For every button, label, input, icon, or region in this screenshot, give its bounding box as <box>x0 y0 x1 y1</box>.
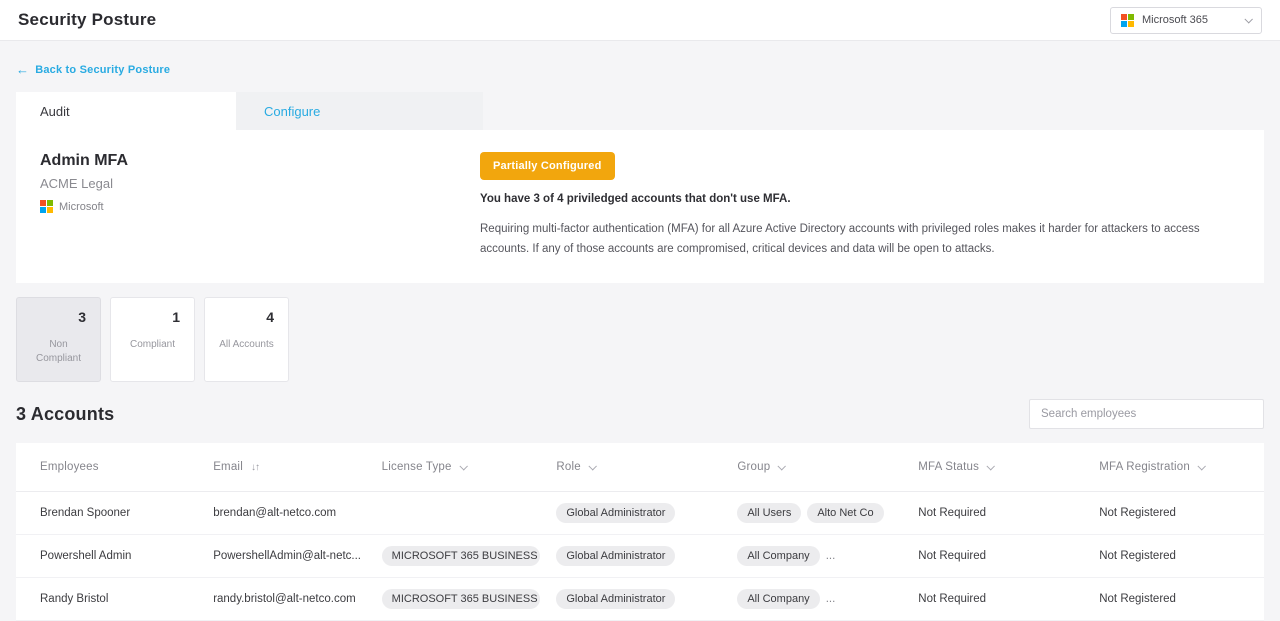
back-link-label: Back to Security Posture <box>35 64 170 76</box>
provider-label: Microsoft <box>59 201 104 213</box>
tenant-label: Microsoft 365 <box>1142 14 1237 26</box>
license-cell: MICROSOFT 365 BUSINESS STAN <box>372 535 547 578</box>
page-title: Security Posture <box>18 10 156 30</box>
employee-email: randy.bristol@alt-netco.com <box>203 578 371 621</box>
employee-name: Powershell Admin <box>16 535 203 578</box>
detail-left-panel: Admin MFA ACME Legal Microsoft <box>40 152 480 259</box>
chevron-down-icon[interactable] <box>459 462 467 470</box>
tenant-selector[interactable]: Microsoft 365 <box>1110 7 1262 34</box>
column-label: MFA Status <box>918 461 979 473</box>
search-input[interactable] <box>1029 399 1264 429</box>
table-row[interactable]: Brendan Spooner brendan@alt-netco.com Gl… <box>16 492 1264 535</box>
role-cell: Global Administrator <box>546 492 727 535</box>
provider-row: Microsoft <box>40 200 480 213</box>
stat-label: Compliant <box>125 338 180 352</box>
role-pill: Global Administrator <box>556 546 675 566</box>
more-groups-indicator: ... <box>826 593 836 605</box>
chevron-down-icon[interactable] <box>778 462 786 470</box>
stat-card-row: 3 Non Compliant 1 Compliant 4 All Accoun… <box>16 297 1264 382</box>
stat-value: 3 <box>31 309 86 325</box>
top-bar: Security Posture Microsoft 365 <box>0 0 1280 41</box>
employee-email: PowershellAdmin@alt-netc... <box>203 535 371 578</box>
group-pill: Alto Net Co <box>807 503 883 523</box>
audit-summary: You have 3 of 4 priviledged accounts tha… <box>480 193 1228 205</box>
status-badge: Partially Configured <box>480 152 615 180</box>
column-mfa-status[interactable]: MFA Status <box>908 443 1089 492</box>
accounts-table: Employees Email ↓↑ License Type <box>16 443 1264 621</box>
license-pill: MICROSOFT 365 BUSINESS STAN <box>382 589 540 609</box>
table-header-row: Employees Email ↓↑ License Type <box>16 443 1264 492</box>
role-pill: Global Administrator <box>556 589 675 609</box>
company-name: ACME Legal <box>40 176 480 191</box>
tab-audit[interactable]: Audit <box>16 92 236 130</box>
mfa-status-cell: Not Required <box>908 578 1089 621</box>
more-groups-indicator: ... <box>826 550 836 562</box>
back-arrow-icon: ← <box>16 62 29 77</box>
employee-name: Randy Bristol <box>16 578 203 621</box>
group-cell: All Users Alto Net Co <box>727 492 908 535</box>
mfa-status-cell: Not Required <box>908 492 1089 535</box>
microsoft-logo-icon <box>40 200 53 213</box>
column-license-type[interactable]: License Type <box>372 443 547 492</box>
stat-label: All Accounts <box>219 338 274 352</box>
audit-detail-card: Admin MFA ACME Legal Microsoft Partially… <box>16 130 1264 283</box>
column-label: MFA Registration <box>1099 461 1190 473</box>
audit-description: Requiring multi-factor authentication (M… <box>480 219 1228 259</box>
employee-email: brendan@alt-netco.com <box>203 492 371 535</box>
mfa-registration-cell: Not Registered <box>1089 578 1264 621</box>
column-group[interactable]: Group <box>727 443 908 492</box>
license-cell <box>372 492 547 535</box>
chevron-down-icon[interactable] <box>1197 462 1205 470</box>
column-label: License Type <box>382 461 452 473</box>
table-row[interactable]: Powershell Admin PowershellAdmin@alt-net… <box>16 535 1264 578</box>
role-cell: Global Administrator <box>546 535 727 578</box>
license-cell: MICROSOFT 365 BUSINESS STAN <box>372 578 547 621</box>
chevron-down-icon[interactable] <box>588 462 596 470</box>
stat-value: 1 <box>125 309 180 325</box>
tab-bar: Audit Configure <box>16 92 1264 130</box>
stat-card-compliant[interactable]: 1 Compliant <box>110 297 195 382</box>
chevron-down-icon[interactable] <box>987 462 995 470</box>
detail-right-panel: Partially Configured You have 3 of 4 pri… <box>480 152 1240 259</box>
group-pill: All Users <box>737 503 801 523</box>
audit-title: Admin MFA <box>40 152 480 170</box>
stat-label: Non Compliant <box>31 338 86 366</box>
group-pill: All Company <box>737 546 819 566</box>
column-label: Role <box>556 461 580 473</box>
chevron-down-icon <box>1244 15 1252 23</box>
mfa-registration-cell: Not Registered <box>1089 492 1264 535</box>
column-employees: Employees <box>16 443 203 492</box>
accounts-header: 3 Accounts <box>16 399 1264 429</box>
column-role[interactable]: Role <box>546 443 727 492</box>
group-pill: All Company <box>737 589 819 609</box>
mfa-registration-cell: Not Registered <box>1089 535 1264 578</box>
column-email[interactable]: Email ↓↑ <box>203 443 371 492</box>
back-link[interactable]: ← Back to Security Posture <box>16 62 170 77</box>
role-cell: Global Administrator <box>546 578 727 621</box>
employee-name: Brendan Spooner <box>16 492 203 535</box>
accounts-count-title: 3 Accounts <box>16 404 114 425</box>
stat-card-all-accounts[interactable]: 4 All Accounts <box>204 297 289 382</box>
table-row[interactable]: Randy Bristol randy.bristol@alt-netco.co… <box>16 578 1264 621</box>
group-cell: All Company... <box>727 535 908 578</box>
column-mfa-registration[interactable]: MFA Registration <box>1089 443 1264 492</box>
tab-configure[interactable]: Configure <box>236 92 483 130</box>
license-pill: MICROSOFT 365 BUSINESS STAN <box>382 546 540 566</box>
role-pill: Global Administrator <box>556 503 675 523</box>
stat-card-non-compliant[interactable]: 3 Non Compliant <box>16 297 101 382</box>
column-label: Email <box>213 461 243 473</box>
column-label: Employees <box>40 461 99 473</box>
stat-value: 4 <box>219 309 274 325</box>
sort-arrows-icon[interactable]: ↓↑ <box>251 462 259 473</box>
column-label: Group <box>737 461 770 473</box>
microsoft-logo-icon <box>1121 14 1134 27</box>
group-cell: All Company... <box>727 578 908 621</box>
mfa-status-cell: Not Required <box>908 535 1089 578</box>
